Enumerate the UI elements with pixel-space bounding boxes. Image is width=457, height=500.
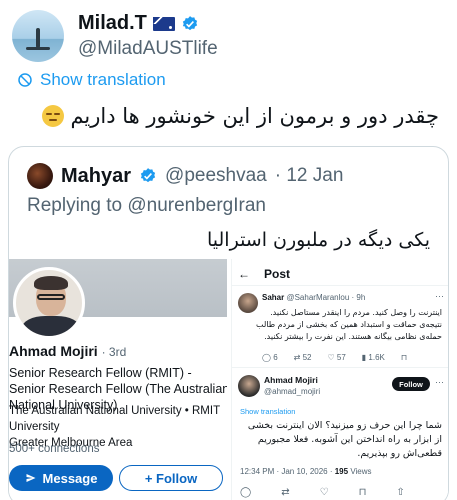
australia-flag-icon	[152, 16, 175, 31]
reply-icon: ◯	[240, 487, 252, 498]
quoted-tweet-header: Mahyar @peeshvaa · 12 Jan	[27, 163, 343, 189]
linkedin-profile-panel: Ahmad Mojiri · 3rd Senior Research Fello…	[9, 259, 227, 500]
ahmad-text: شما چرا این حرف زو میزنید؟ الان اینترنت …	[247, 420, 442, 459]
tweet-header: Milad.T @MiladAUSTlife	[12, 10, 442, 62]
profile-name: Ahmad Mojiri	[9, 343, 98, 359]
sahar-handle: @SaharMaranlou · 9h	[286, 293, 366, 302]
bookmark-icon: ⊓	[358, 487, 367, 498]
photo-glasses	[37, 294, 65, 300]
share-icon: ⇧	[396, 487, 405, 498]
more-options-icon: ···	[435, 377, 444, 387]
post-header: ← Post	[238, 267, 290, 281]
divider	[232, 285, 448, 286]
paddleboarder-figure	[36, 28, 40, 48]
post-header-title: Post	[264, 267, 291, 281]
tweet-text: چقدر دور و برمون از این خونشور ها داریم	[36, 104, 439, 128]
quoted-tweet-time: · 12 Jan	[274, 165, 344, 186]
flag-star	[168, 25, 172, 29]
profile-degree: · 3rd	[101, 345, 127, 359]
quoted-tweet-card[interactable]: Mahyar @peeshvaa · 12 Jan Replying to @n…	[8, 146, 449, 500]
tweet-text-body: چقدر دور و برمون از این خونشور ها داریم	[70, 104, 439, 128]
repost-count: ⇄ 52	[293, 353, 312, 362]
reply-count: ◯ 6	[262, 353, 278, 362]
repost-icon: ⇄	[281, 487, 290, 498]
profile-photo	[13, 267, 85, 339]
message-button: Message	[9, 465, 113, 491]
show-translation-label[interactable]: Show translation	[40, 70, 166, 90]
post-timestamp: 12:34 PM · Jan 10, 2026 · 195 Views	[240, 467, 372, 476]
emoji-mouth	[48, 119, 57, 121]
quoted-tweet-text: یکی دیگه در ملبورن استرالیا	[207, 229, 430, 251]
send-icon	[26, 474, 36, 482]
bookmark-icon: ⊓	[400, 353, 408, 362]
like-count: ♡ 57	[327, 353, 346, 362]
author-avatar[interactable]	[12, 10, 64, 62]
profile-connections: 500+ connections	[9, 443, 100, 455]
show-translation-link[interactable]: Show translation	[16, 70, 166, 90]
author-display-name[interactable]: Milad.T	[78, 12, 147, 35]
sahar-action-bar: ◯ 6 ⇄ 52 ♡ 57 ▮ 1.6K ⊓	[262, 353, 407, 362]
quoted-author-handle[interactable]: @peeshvaa	[165, 165, 267, 187]
author-name-row: Milad.T	[78, 12, 199, 35]
author-handle[interactable]: @MiladAUSTlife	[78, 38, 218, 60]
more-options-icon: ···	[435, 291, 444, 301]
pensive-face-icon	[41, 105, 64, 127]
quoted-author-avatar[interactable]	[27, 163, 53, 189]
paddleboard-shape	[26, 47, 50, 50]
ahmad-handle: @ahmad_mojiri	[264, 387, 321, 396]
profile-name-row: Ahmad Mojiri · 3rd	[9, 343, 126, 359]
like-icon: ♡	[319, 487, 329, 498]
sahar-name: Sahar	[262, 293, 285, 302]
post-views-label: Views	[350, 467, 372, 476]
verified-badge-icon[interactable]	[181, 15, 199, 33]
post-follow-label: Follow	[399, 379, 423, 389]
post-views: 195	[334, 467, 349, 476]
ahmad-avatar	[238, 375, 260, 397]
x-post-panel: ← Post Sahar @SaharMaranlou · 9h ··· این…	[231, 259, 448, 500]
message-label: Message	[42, 470, 98, 486]
translate-globe-icon	[18, 73, 32, 87]
photo-body	[22, 316, 80, 336]
quoted-author-name[interactable]: Mahyar	[61, 165, 131, 188]
back-arrow-icon: ←	[238, 267, 250, 281]
post-show-translation: Show translation	[240, 407, 296, 416]
photo-hair	[34, 276, 68, 290]
post-time: 12:34 PM · Jan 10, 2026 ·	[240, 467, 333, 476]
ahmad-name: Ahmad Mojiri	[264, 375, 318, 385]
ahmad-action-bar: ◯ ⇄ ♡ ⊓ ⇧	[240, 487, 405, 498]
verified-badge-icon	[140, 168, 156, 183]
attached-screenshot-image[interactable]: Ahmad Mojiri · 3rd Senior Research Fello…	[9, 259, 448, 500]
profile-follow-button: + Follow	[119, 465, 223, 491]
profile-follow-label: + Follow	[144, 470, 198, 486]
profile-org: The Australian National University • RMI…	[9, 405, 220, 433]
post-follow-button: Follow	[392, 377, 430, 391]
sahar-text: اینترنت را وصل کنید. مردم را اینقدر مستا…	[256, 308, 442, 341]
replying-to-label: Replying to @nurenbergIran	[27, 195, 266, 216]
view-count: ▮ 1.6K	[361, 353, 385, 362]
divider	[232, 367, 448, 368]
sahar-name-row: Sahar @SaharMaranlou · 9h	[262, 293, 365, 302]
